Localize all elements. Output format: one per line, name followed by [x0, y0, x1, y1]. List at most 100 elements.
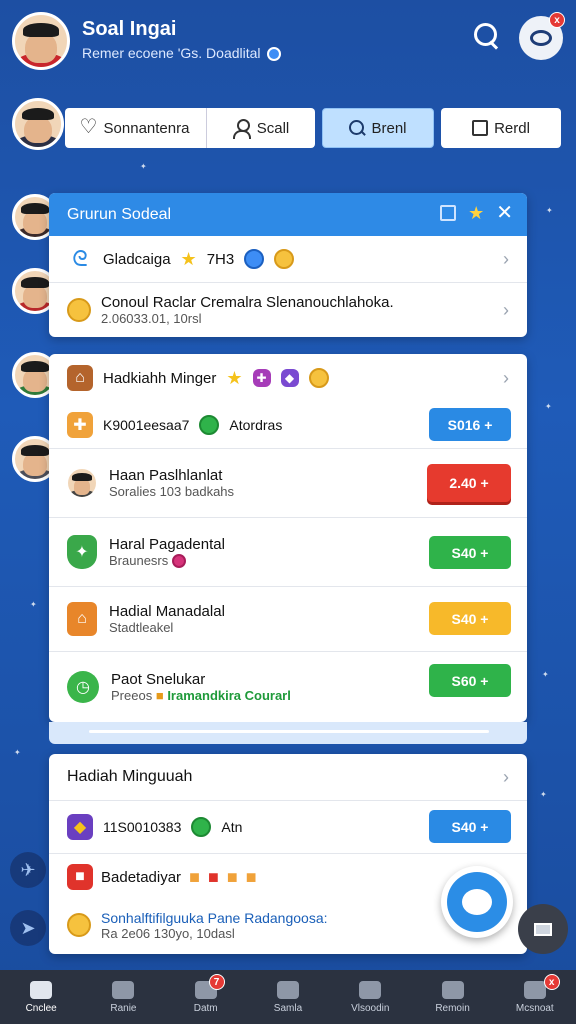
- gift-icon: ✚: [252, 369, 271, 387]
- calendar-icon: [359, 980, 382, 999]
- tab-sonnantenra[interactable]: Sonnantenra: [65, 108, 207, 148]
- check-icon: [199, 415, 220, 435]
- item-sub: Atn: [221, 819, 243, 835]
- nav-item-datm[interactable]: 7 Datm: [165, 970, 247, 1024]
- item-sub-line: Preeos ■ Iramandkira Courarl: [111, 688, 291, 703]
- home-icon: [30, 980, 53, 999]
- nav-label: Ranie: [110, 1002, 137, 1014]
- coin-icon: [274, 249, 295, 269]
- gem-icon: [171, 554, 186, 569]
- item-extra: 7Н3: [206, 250, 235, 268]
- item-sub-highlight: Iramandkira Courarl: [167, 688, 291, 703]
- gem-icon: ◆: [280, 369, 299, 387]
- app-subtitle: Remer ecoene 'Gs. Doadlital: [82, 45, 282, 62]
- claim-button[interactable]: S40 +: [429, 810, 511, 843]
- expand-icon[interactable]: [440, 205, 457, 221]
- item-sub: Ra 2e06 130yo, 10dasl: [101, 925, 235, 941]
- search-button[interactable]: [468, 18, 504, 54]
- close-icon[interactable]: ✕: [496, 203, 513, 223]
- search-icon: [349, 120, 365, 136]
- claim-button[interactable]: S40 +: [429, 536, 511, 569]
- nav-label: Cnclee: [25, 1002, 57, 1014]
- tab-label: Scall: [256, 119, 290, 137]
- subtitle-text: Remer ecoene 'Gs. Doadlital: [82, 45, 261, 61]
- bird-icon[interactable]: ✈: [10, 852, 46, 888]
- tab-brenl[interactable]: Brenl: [322, 108, 434, 148]
- item-title: Paot Snelukar: [111, 671, 206, 688]
- star-decoration: ✦: [140, 162, 147, 171]
- nav-item-ranie[interactable]: Ranie: [82, 970, 164, 1024]
- item-title: Hadial Manadalal: [109, 603, 225, 620]
- notification-badge: x: [549, 12, 565, 28]
- nav-label: Datm: [193, 1002, 218, 1014]
- check-icon: [191, 817, 212, 837]
- gift-icon: ■: [155, 688, 164, 703]
- screen-toggle-button[interactable]: [518, 904, 568, 954]
- list-item: Haan Paslhlanlat Soralies 103 badkahs 2.…: [49, 449, 527, 517]
- clock-icon: ◷: [67, 671, 99, 703]
- star-decoration: ✦: [546, 206, 553, 215]
- person-icon: [441, 980, 464, 999]
- star-decoration: ✦: [542, 670, 549, 679]
- level-icon: [244, 249, 265, 269]
- smile-icon: [276, 980, 299, 999]
- tab-scall[interactable]: Scall: [207, 108, 315, 148]
- nav-item-vlsoodin[interactable]: Vlsoodin: [329, 970, 411, 1024]
- avatar: [67, 468, 97, 498]
- nav-label: Remoin: [435, 1002, 470, 1014]
- list-item[interactable]: Conoul Raclar Cremalra Slenanouchlahoka.…: [49, 283, 527, 337]
- reward-header[interactable]: ⌂ Hadkiahh Minger ★ ✚ ◆ ›: [49, 354, 527, 402]
- box-icon: ■: [67, 864, 93, 890]
- nav-badge: x: [543, 974, 560, 990]
- group-card-title: Grurun Sodeal: [67, 205, 172, 223]
- list-item: ◆ 11S0010383 Atn S40 +: [49, 801, 527, 853]
- nav-badge: 7: [208, 974, 225, 990]
- claim-button[interactable]: S60 +: [429, 664, 511, 697]
- send-icon[interactable]: ➤: [10, 910, 46, 946]
- nav-item-mcsnoat[interactable]: x Mcsnoat: [494, 970, 576, 1024]
- star-icon[interactable]: ★: [468, 204, 484, 222]
- item-sub: Soralies 103 badkahs: [109, 484, 235, 499]
- weekly-header[interactable]: Hadiah Minguuah ›: [49, 754, 527, 800]
- gift-icon: ✚: [67, 412, 93, 438]
- verified-icon: [267, 47, 282, 62]
- reward-card: ⌂ Hadkiahh Minger ★ ✚ ◆ › ✚ K9001eesaa7 …: [49, 354, 527, 722]
- nav-item-remoin[interactable]: Remoin: [411, 970, 493, 1024]
- chat-fab-button[interactable]: [441, 866, 513, 938]
- shield-icon: ✦: [67, 535, 97, 569]
- group-icon: ᘓ: [72, 246, 88, 271]
- gift-icon: ■: [245, 866, 257, 887]
- item-sub: 2.06033.01, 10rsl: [101, 311, 202, 326]
- item-sub: Braunesrs: [109, 552, 169, 568]
- search-icon: [112, 980, 135, 999]
- claim-button[interactable]: S40 +: [429, 602, 511, 635]
- list-item: ◷ Paot Snelukar Preeos ■ Iramandkira Cou…: [49, 652, 527, 722]
- item-title: Conoul Raclar Cremalra Slenanouchlahoka.: [101, 294, 394, 311]
- chevron-right-icon: ›: [503, 248, 509, 269]
- user-avatar[interactable]: [12, 12, 70, 70]
- coin-icon: [308, 368, 329, 388]
- temple-icon: ⌂: [67, 602, 97, 636]
- item-title: Sonhalftifilguuka Pane Radangoosa:: [101, 909, 328, 926]
- claim-button[interactable]: S016 +: [429, 408, 511, 441]
- item-title: Badetadiyar: [101, 868, 182, 886]
- tab-label: Rerdl: [494, 119, 530, 137]
- coin-icon: [67, 298, 91, 322]
- weekly-card-title: Hadiah Minguuah: [67, 768, 193, 785]
- bottom-nav: Cnclee Ranie 7 Datm Samla Vlsoodin Remoi…: [0, 970, 576, 1024]
- nav-item-samla[interactable]: Samla: [247, 970, 329, 1024]
- nav-item-cnclee[interactable]: Cnclee: [0, 970, 82, 1024]
- tab-rerdl[interactable]: Rerdl: [441, 108, 561, 148]
- list-item[interactable]: ᘓ Gladcaiga ★ 7Н3 ›: [49, 236, 527, 282]
- account-icon: [523, 980, 546, 999]
- tab-avatar[interactable]: [12, 98, 64, 150]
- claim-button[interactable]: 2.40 +: [427, 464, 511, 502]
- profile-button[interactable]: x: [519, 12, 565, 60]
- scroll-indicator[interactable]: [49, 722, 527, 744]
- coin-icon: [67, 913, 91, 937]
- group-card: Grurun Sodeal ★ ✕ ᘓ Gladcaiga ★ 7Н3 › Co…: [49, 193, 527, 337]
- reward-card-title: Hadkiahh Minger: [103, 369, 217, 387]
- group-card-header: Grurun Sodeal ★ ✕: [49, 193, 527, 236]
- chevron-right-icon: ›: [503, 766, 509, 787]
- star-decoration: ✦: [540, 790, 547, 799]
